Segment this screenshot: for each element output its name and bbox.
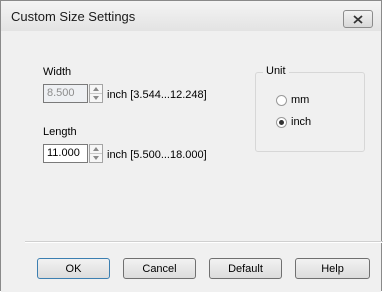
- length-label: Length: [43, 126, 77, 138]
- spin-up-icon: [93, 87, 99, 91]
- unit-option-mm-label[interactable]: mm: [291, 94, 309, 106]
- length-spin-down[interactable]: [90, 153, 102, 162]
- dialog-content: Width 8.500 inch [3.544...12.248] Length…: [1, 31, 383, 292]
- close-icon: [353, 14, 363, 24]
- dialog-title: Custom Size Settings: [11, 9, 136, 24]
- spin-down-icon: [93, 156, 99, 160]
- unit-group-title: Unit: [263, 65, 289, 77]
- title-bar: Custom Size Settings: [1, 1, 381, 31]
- unit-option-inch-label[interactable]: inch: [291, 116, 311, 128]
- close-button[interactable]: [343, 10, 373, 28]
- separator: [25, 241, 383, 243]
- width-spin-down[interactable]: [90, 93, 102, 102]
- help-button[interactable]: Help: [295, 258, 370, 279]
- unit-group: [255, 72, 365, 152]
- width-range-text: inch [3.544...12.248]: [107, 89, 207, 101]
- spin-up-icon: [93, 147, 99, 151]
- length-spinner[interactable]: [89, 144, 103, 163]
- custom-size-settings-dialog: Custom Size Settings Width 8.500 inch [3…: [0, 0, 383, 292]
- unit-radio-mm[interactable]: [276, 95, 287, 106]
- width-spin-up[interactable]: [90, 85, 102, 93]
- width-input[interactable]: 8.500: [43, 84, 88, 103]
- length-range-text: inch [5.500...18.000]: [107, 149, 207, 161]
- length-spin-up[interactable]: [90, 145, 102, 153]
- spin-down-icon: [93, 96, 99, 100]
- width-spinner[interactable]: [89, 84, 103, 103]
- default-button[interactable]: Default: [209, 258, 282, 279]
- ok-button[interactable]: OK: [37, 258, 110, 279]
- unit-radio-inch[interactable]: [276, 117, 287, 128]
- width-label: Width: [43, 66, 72, 78]
- length-input[interactable]: 11.000: [43, 144, 88, 163]
- cancel-button[interactable]: Cancel: [123, 258, 196, 279]
